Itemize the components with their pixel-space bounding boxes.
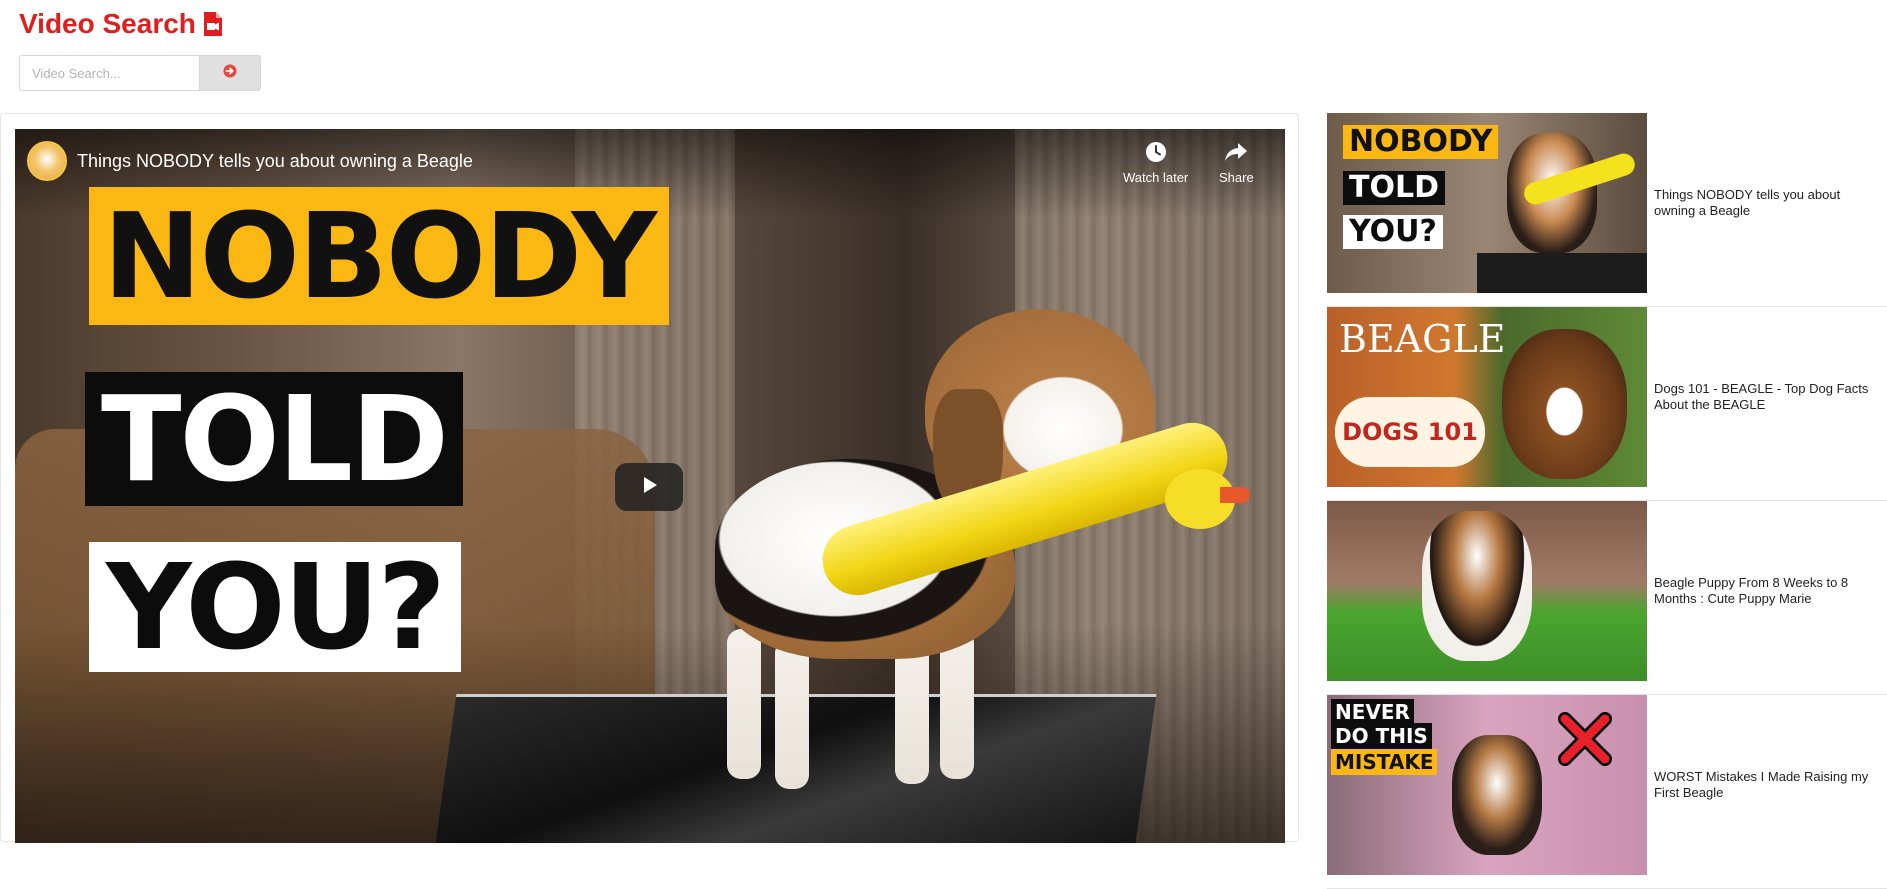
thumbnail-text-you: YOU? <box>89 542 461 672</box>
watch-later-button[interactable]: Watch later <box>1123 141 1188 185</box>
thumbnail-text-told: TOLD <box>85 372 463 506</box>
thumbnail-table <box>1477 253 1647 293</box>
thumb-text: BEAGLE <box>1339 317 1506 361</box>
share-button[interactable]: Share <box>1219 141 1254 185</box>
app-title: Video Search <box>19 8 196 39</box>
thumb-text: YOU? <box>1343 215 1443 249</box>
video-thumbnail[interactable]: NEVER DO THIS MISTAKE <box>1327 695 1647 875</box>
thumbnail-dog <box>1422 511 1532 661</box>
related-video-item[interactable]: NEVER DO THIS MISTAKE WORST Mistakes I M… <box>1327 695 1887 889</box>
search-bar <box>19 55 261 91</box>
thumbnail-dog <box>1452 735 1542 855</box>
watch-later-label: Watch later <box>1123 170 1189 185</box>
related-video-item[interactable]: NOBODY TOLD YOU? Things NOBODY tells you… <box>1327 113 1887 307</box>
video-thumbnail[interactable]: BEAGLE DOGS 101 <box>1327 307 1647 487</box>
play-icon <box>638 474 660 501</box>
play-button[interactable] <box>615 463 683 511</box>
thumb-text: NOBODY <box>1343 125 1499 159</box>
thumb-text: NEVER <box>1331 699 1414 725</box>
related-video-title[interactable]: WORST Mistakes I Made Raising my First B… <box>1654 769 1879 801</box>
video-player[interactable]: Things NOBODY tells you about owning a B… <box>15 129 1285 843</box>
thumb-text: DOGS 101 <box>1342 418 1478 446</box>
thumbnail-dog <box>1502 329 1627 479</box>
dogs-101-badge: DOGS 101 <box>1335 397 1485 467</box>
thumbnail-text-nobody: NOBODY <box>89 187 669 325</box>
video-title[interactable]: Things NOBODY tells you about owning a B… <box>77 151 473 172</box>
clock-icon <box>1145 141 1167 166</box>
related-video-title[interactable]: Dogs 101 - BEAGLE - Top Dog Facts About … <box>1654 381 1879 413</box>
related-video-title[interactable]: Beagle Puppy From 8 Weeks to 8 Months : … <box>1654 575 1879 607</box>
video-file-icon <box>202 11 224 37</box>
search-input[interactable] <box>19 55 199 91</box>
related-video-title[interactable]: Things NOBODY tells you about owning a B… <box>1654 187 1879 219</box>
search-submit-button[interactable] <box>199 55 261 91</box>
related-video-item[interactable]: Beagle Puppy From 8 Weeks to 8 Months : … <box>1327 501 1887 695</box>
video-thumbnail[interactable]: NOBODY TOLD YOU? <box>1327 113 1647 293</box>
rubber-chicken-beak <box>1220 487 1250 503</box>
video-thumbnail[interactable] <box>1327 501 1647 681</box>
share-arrow-icon <box>1224 141 1248 166</box>
thumb-text: TOLD <box>1343 171 1445 205</box>
dog-leg <box>727 629 761 779</box>
channel-avatar[interactable] <box>27 141 67 181</box>
app-header: Video Search <box>19 8 224 40</box>
thumb-text: MISTAKE <box>1331 749 1438 775</box>
thumb-text: DO THIS <box>1331 723 1432 749</box>
dog-leg <box>775 639 809 789</box>
arrow-circle-right-icon <box>223 64 237 83</box>
share-label: Share <box>1219 170 1254 185</box>
player-card: Things NOBODY tells you about owning a B… <box>0 113 1299 843</box>
related-video-item[interactable]: BEAGLE DOGS 101 Dogs 101 - BEAGLE - Top … <box>1327 307 1887 501</box>
related-videos-list: NOBODY TOLD YOU? Things NOBODY tells you… <box>1327 113 1887 889</box>
red-x-icon <box>1555 709 1615 774</box>
